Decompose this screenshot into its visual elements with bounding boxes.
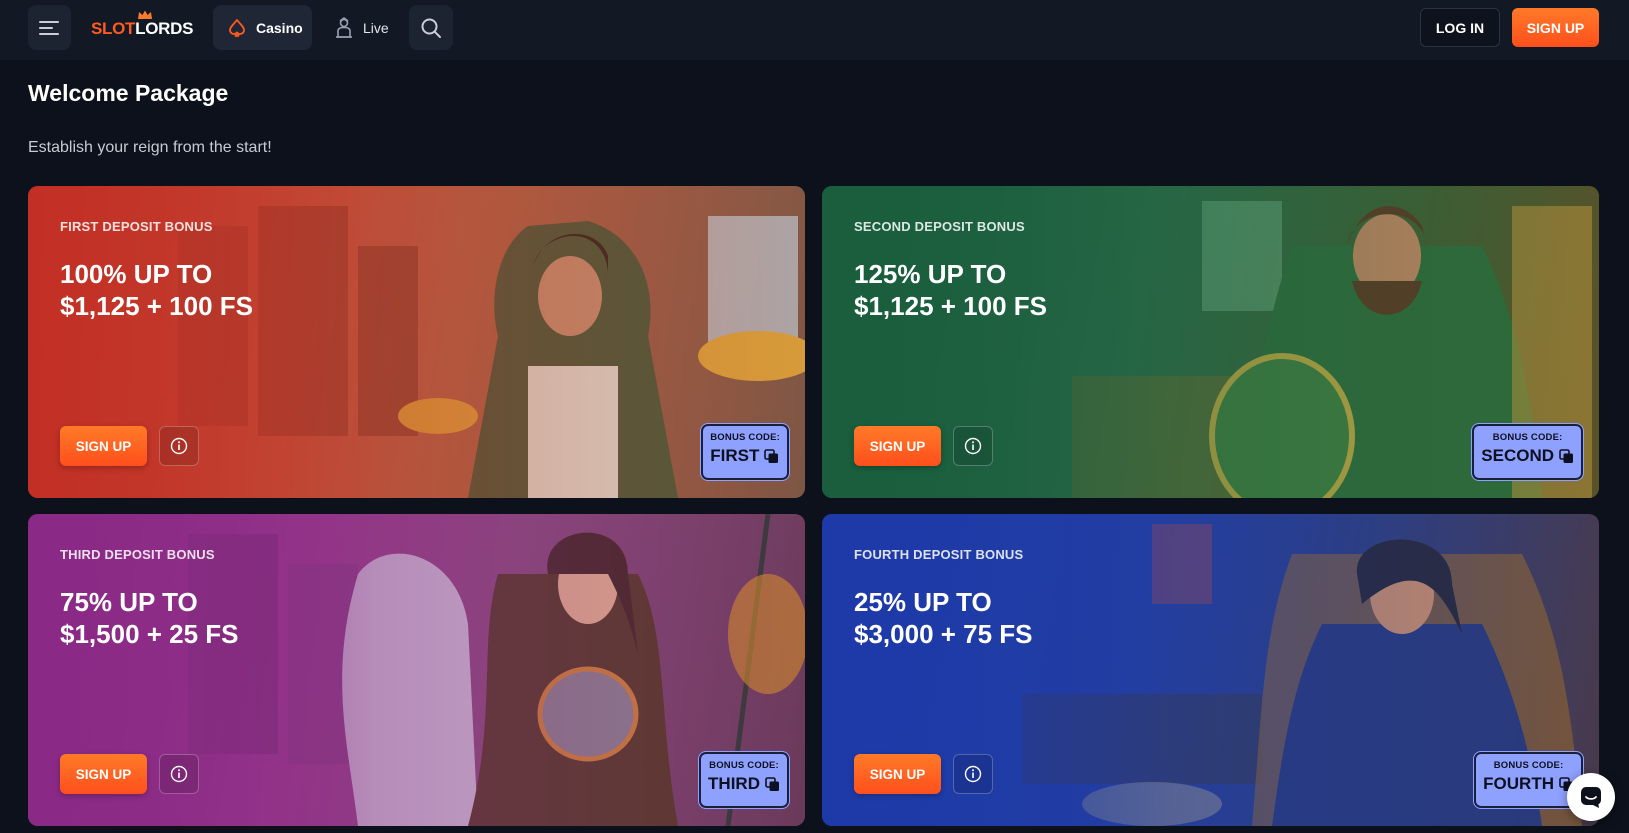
chat-icon xyxy=(1581,787,1601,808)
card-kicker: FIRST DEPOSIT BONUS xyxy=(60,219,213,234)
hamburger-icon xyxy=(38,20,59,35)
bonus-code-value: THIRD xyxy=(708,774,760,793)
signup-button[interactable]: SIGN UP xyxy=(1512,8,1599,47)
copy-icon xyxy=(764,448,779,463)
info-icon xyxy=(170,765,188,783)
menu-button[interactable] xyxy=(28,5,71,50)
card-info-button[interactable] xyxy=(953,754,993,794)
bonus-code-box[interactable]: BONUS CODE: THIRD xyxy=(698,751,790,809)
spade-icon xyxy=(229,18,245,37)
nav-live-label: Live xyxy=(363,19,389,36)
bonus-code-value: SECOND xyxy=(1481,446,1554,465)
bonus-card-third: THIRD DEPOSIT BONUS 75% UP TO $1,500 + 2… xyxy=(28,514,805,826)
logo-text-slot: SLOT xyxy=(91,19,136,38)
dealer-icon xyxy=(336,16,352,38)
bonus-code-caption: BONUS CODE: xyxy=(710,432,780,443)
card-info-button[interactable] xyxy=(953,426,993,466)
nav-live[interactable]: Live xyxy=(324,5,408,50)
nav-casino-label: Casino xyxy=(256,19,303,36)
bonus-code-caption: BONUS CODE: xyxy=(1492,432,1563,443)
info-icon xyxy=(170,437,188,455)
nav-casino[interactable]: Casino xyxy=(213,5,312,50)
card-signup-button[interactable]: SIGN UP xyxy=(60,426,147,466)
card-kicker: SECOND DEPOSIT BONUS xyxy=(854,219,1025,234)
login-button[interactable]: LOG IN xyxy=(1420,8,1500,47)
card-signup-button[interactable]: SIGN UP xyxy=(854,754,941,794)
bonus-card-first: FIRST DEPOSIT BONUS 100% UP TO $1,125 + … xyxy=(28,186,805,498)
card-offer: 75% UP TO $1,500 + 25 FS xyxy=(60,587,239,649)
card-info-button[interactable] xyxy=(159,426,199,466)
bonus-code-box[interactable]: BONUS CODE: FIRST xyxy=(700,423,790,481)
card-kicker: THIRD DEPOSIT BONUS xyxy=(60,547,215,562)
card-signup-button[interactable]: SIGN UP xyxy=(60,754,147,794)
bonus-card-second: SECOND DEPOSIT BONUS 125% UP TO $1,125 +… xyxy=(822,186,1599,498)
info-icon xyxy=(964,437,982,455)
copy-icon xyxy=(1559,448,1573,463)
slotlords-logo[interactable]: SLOT LORDS xyxy=(91,10,194,44)
page-title: Welcome Package xyxy=(28,80,229,106)
copy-icon xyxy=(765,776,779,791)
card-offer: 25% UP TO $3,000 + 75 FS xyxy=(854,587,1033,649)
card-signup-button[interactable]: SIGN UP xyxy=(854,426,941,466)
logo-text-lords: LORDS xyxy=(135,19,194,38)
page-subtitle: Establish your reign from the start! xyxy=(28,139,272,156)
card-offer: 125% UP TO $1,125 + 100 FS xyxy=(854,259,1047,321)
bonus-code-caption: BONUS CODE: xyxy=(1493,760,1564,771)
info-icon xyxy=(964,765,982,783)
card-info-button[interactable] xyxy=(159,754,199,794)
bonus-code-caption: BONUS CODE: xyxy=(709,760,779,771)
search-button[interactable] xyxy=(409,5,453,50)
search-icon xyxy=(421,18,441,38)
bonus-card-fourth: FOURTH DEPOSIT BONUS 25% UP TO $3,000 + … xyxy=(822,514,1599,826)
live-chat-button[interactable] xyxy=(1567,773,1615,821)
top-navbar: SLOT LORDS Casino Live LOG IN SIGN UP xyxy=(0,0,1629,60)
bonus-code-value: FOURTH xyxy=(1483,774,1554,793)
card-offer: 100% UP TO $1,125 + 100 FS xyxy=(60,259,253,321)
bonus-code-box[interactable]: BONUS CODE: SECOND xyxy=(1471,423,1584,481)
bonus-code-value: FIRST xyxy=(710,446,760,465)
crown-icon xyxy=(138,10,152,19)
card-kicker: FOURTH DEPOSIT BONUS xyxy=(854,547,1024,562)
